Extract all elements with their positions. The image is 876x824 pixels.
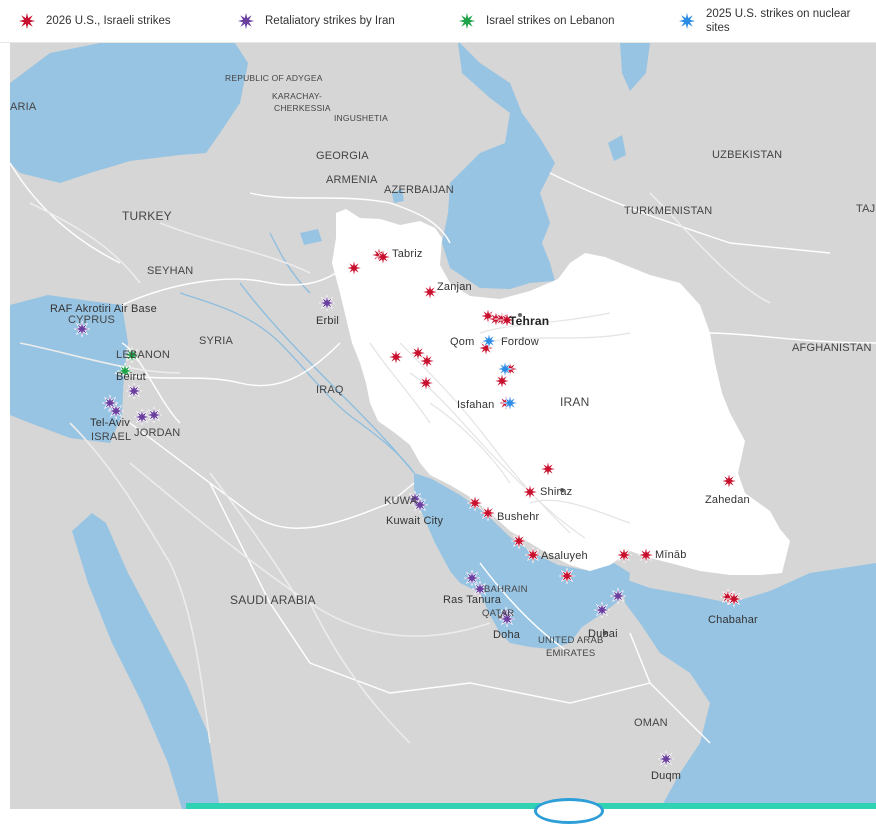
strike-marker[interactable]: [521, 483, 539, 501]
label-uzbekistan: UZBEKISTAN: [712, 149, 783, 161]
legend-item-israel-lebanon-strikes: Israel strikes on Lebanon: [458, 0, 615, 42]
label-isfahan: Isfahan: [457, 399, 495, 411]
label-qom: Qom: [450, 336, 475, 348]
strike-marker[interactable]: [725, 590, 743, 608]
label-shiraz: Shiraz: [540, 486, 573, 498]
label-armenia: ARMENIA: [326, 174, 378, 186]
label-iraq: IRAQ: [316, 384, 344, 396]
label-israel: ISRAEL: [91, 431, 132, 443]
label-ras-tanura: Ras Tanura: [443, 594, 502, 606]
strike-marker[interactable]: [125, 382, 143, 400]
label-chabahar: Chabahar: [708, 614, 758, 626]
star-burst-icon: [237, 12, 255, 30]
map-legend: 2026 U.S., Israeli strikes Retaliatory s…: [0, 0, 876, 43]
strike-marker[interactable]: [479, 504, 497, 522]
legend-item-2025-nuclear-strikes: 2025 U.S. strikes on nuclear sites: [678, 0, 868, 42]
legend-item-iran-retaliatory-strikes: Retaliatory strikes by Iran: [237, 0, 395, 42]
label-erbil: Erbil: [316, 315, 340, 327]
label-jordan: JORDAN: [134, 427, 181, 439]
legend-label: 2026 U.S., Israeli strikes: [46, 15, 171, 27]
black-sea: [10, 43, 248, 183]
label-cherkessia: CHERKESSIA: [274, 103, 331, 113]
label-tabriz: Tabriz: [392, 248, 423, 260]
label-adygea: REPUBLIC OF ADYGEA: [225, 73, 323, 83]
label-turkey: TURKEY: [122, 209, 172, 223]
strike-marker[interactable]: [524, 546, 542, 564]
label-georgia: GEORGIA: [316, 150, 369, 162]
legend-label: Retaliatory strikes by Iran: [265, 15, 395, 27]
aral-sea: [608, 135, 626, 161]
label-turkmenistan: TURKMENISTAN: [624, 205, 713, 217]
strike-marker[interactable]: [720, 472, 738, 490]
label-dubai: Dubai: [588, 628, 618, 640]
strike-marker[interactable]: [637, 546, 655, 564]
label-qatar: QATAR: [482, 608, 515, 619]
legend-label: Israel strikes on Lebanon: [486, 15, 615, 27]
label-asaluyeh: Asaluyeh: [541, 550, 588, 562]
legend-label: 2025 U.S. strikes on nuclear sites: [706, 8, 851, 34]
star-burst-icon: [18, 12, 36, 30]
map-view[interactable]: ARIA REPUBLIC OF ADYGEA KARACHAY- CHERKE…: [10, 43, 876, 809]
label-tel-aviv: Tel-Aviv: [90, 417, 130, 429]
label-kuwait: KUWA: [384, 495, 418, 507]
strike-marker[interactable]: [345, 259, 363, 277]
label-zahedan: Zahedan: [705, 494, 750, 506]
label-seyhan: SEYHAN: [147, 265, 194, 277]
label-fordow: Fordow: [501, 336, 539, 348]
strike-marker[interactable]: [145, 406, 163, 424]
strike-marker[interactable]: [496, 360, 514, 378]
strike-marker[interactable]: [501, 394, 519, 412]
label-kuwait-city: Kuwait City: [386, 515, 444, 527]
label-oman: OMAN: [634, 717, 668, 729]
label-bushehr: Bushehr: [497, 511, 540, 523]
strike-marker[interactable]: [493, 372, 511, 390]
strike-marker[interactable]: [480, 332, 498, 350]
strike-marker[interactable]: [418, 352, 436, 370]
strike-marker[interactable]: [615, 546, 633, 564]
strike-marker[interactable]: [466, 494, 484, 512]
label-karachay: KARACHAY-: [272, 91, 322, 101]
label-doha: Doha: [493, 629, 521, 641]
strike-marker[interactable]: [133, 408, 151, 426]
label-zanjan: Zanjan: [437, 281, 472, 293]
strike-marker[interactable]: [387, 348, 405, 366]
strike-marker[interactable]: [421, 283, 439, 301]
label-tehran: Tehran: [509, 314, 550, 328]
label-iran: IRAN: [560, 395, 590, 409]
label-syria: SYRIA: [199, 335, 234, 347]
label-duqm: Duqm: [651, 770, 682, 782]
label-minab: Mīnāb: [655, 549, 687, 561]
label-cyprus: CYPRUS: [68, 314, 116, 326]
strike-marker[interactable]: [510, 532, 528, 550]
label-aria: ARIA: [10, 101, 37, 113]
label-taj: TAJ: [856, 203, 876, 215]
bottom-logo-icon: [534, 798, 604, 824]
strike-marker[interactable]: [657, 750, 675, 768]
lake-van: [300, 229, 322, 245]
strike-marker[interactable]: [417, 374, 435, 392]
label-azerbaijan: AZERBAIJAN: [384, 184, 454, 196]
strike-marker[interactable]: [463, 569, 481, 587]
strike-marker[interactable]: [374, 248, 392, 266]
label-uae-2: EMIRATES: [546, 648, 596, 659]
label-lebanon: LEBANON: [116, 349, 170, 361]
star-burst-icon: [678, 12, 696, 30]
strike-marker[interactable]: [318, 294, 336, 312]
label-afghanistan: AFGHANISTAN: [792, 342, 872, 354]
aral-sea-2: [620, 43, 650, 91]
legend-item-us-israeli-strikes: 2026 U.S., Israeli strikes: [18, 0, 171, 42]
strike-marker[interactable]: [558, 567, 576, 585]
bottom-accent-bar: [186, 803, 876, 809]
strike-marker[interactable]: [539, 460, 557, 478]
strike-marker[interactable]: [593, 601, 611, 619]
strike-marker[interactable]: [609, 587, 627, 605]
star-burst-icon: [458, 12, 476, 30]
label-beirut: Beirut: [116, 371, 146, 383]
label-ingushetia: INGUSHETIA: [334, 113, 388, 123]
label-saudi-arabia: SAUDI ARABIA: [230, 593, 316, 607]
